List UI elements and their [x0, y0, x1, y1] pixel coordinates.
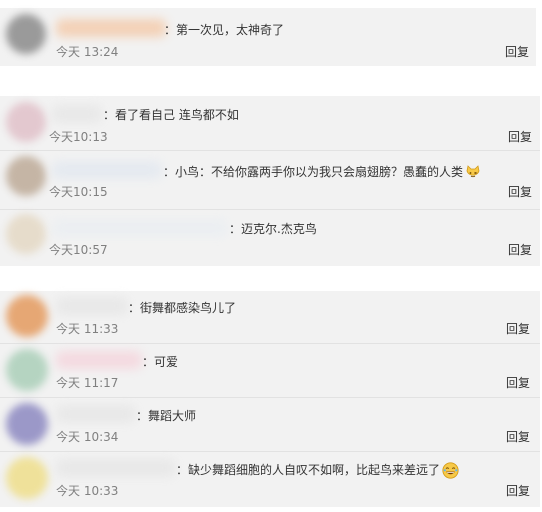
comment-time: 今天 11:17 [56, 376, 119, 390]
comment-text-content: ：小鸟：不给你露两手你以为我只会扇翅膀？愚蠢的人类 [163, 165, 464, 179]
cat-face-emoji-icon [466, 164, 480, 177]
reply-button[interactable]: 回复 [506, 429, 530, 445]
avatar[interactable] [6, 457, 48, 499]
reply-button[interactable]: 回复 [506, 321, 530, 337]
comment-text: ：舞蹈大师 [136, 409, 197, 423]
reply-button[interactable]: 回复 [508, 184, 532, 200]
username-blurred[interactable] [56, 405, 136, 423]
comment-card-3: ：街舞都感染鸟儿了 今天 11:33 回复 ：可爱 今天 11:17 回复 ：舞… [0, 291, 540, 507]
avatar[interactable] [6, 295, 48, 337]
comment-time: 今天 11:33 [56, 322, 119, 336]
comment-time: 今天 10:34 [56, 430, 119, 444]
avatar[interactable] [6, 156, 46, 196]
username-blurred[interactable] [56, 19, 166, 37]
username-blurred[interactable] [56, 297, 128, 315]
comment-time: 今天 13:24 [56, 45, 119, 59]
divider [0, 451, 540, 452]
reply-button[interactable]: 回复 [506, 375, 530, 391]
comment-text: ：可爱 [142, 355, 179, 369]
comment-text: ：街舞都感染鸟儿了 [128, 301, 237, 315]
divider [0, 343, 540, 344]
divider [0, 150, 540, 151]
avatar[interactable] [6, 14, 46, 54]
reply-button[interactable]: 回复 [508, 129, 532, 145]
divider [0, 397, 540, 398]
comment-text: ：小鸟：不给你露两手你以为我只会扇翅膀？愚蠢的人类 [163, 164, 481, 181]
username-blurred[interactable] [52, 105, 102, 123]
comment-text: ：第一次见，太神奇了 [164, 23, 285, 37]
username-blurred[interactable] [52, 219, 228, 237]
comment-time: 今天10:57 [49, 243, 108, 257]
username-blurred[interactable] [52, 161, 162, 179]
avatar[interactable] [6, 214, 46, 254]
laughing-emoji-icon [442, 462, 459, 479]
avatar[interactable] [6, 102, 46, 142]
comment-text-content: ：缺少舞蹈细胞的人自叹不如啊，比起鸟来差远了 [176, 463, 441, 477]
divider [0, 209, 540, 210]
username-blurred[interactable] [56, 351, 142, 369]
comment-time: 今天10:15 [49, 185, 108, 199]
avatar[interactable] [6, 349, 48, 391]
reply-button[interactable]: 回复 [508, 242, 532, 258]
comment-text: ：看了看自己 连鸟都不如 [103, 108, 239, 122]
comment-card-1: ：第一次见，太神奇了 今天 13:24 回复 [0, 8, 536, 66]
reply-button[interactable]: 回复 [506, 483, 530, 499]
comment-text: ：缺少舞蹈细胞的人自叹不如啊，比起鸟来差远了 [176, 462, 459, 479]
avatar[interactable] [6, 403, 48, 445]
reply-button[interactable]: 回复 [505, 44, 529, 60]
username-blurred[interactable] [56, 459, 176, 477]
comment-time: 今天10:13 [49, 130, 108, 144]
comment-time: 今天 10:33 [56, 484, 119, 498]
comment-card-2: ：看了看自己 连鸟都不如 今天10:13 回复 ：小鸟：不给你露两手你以为我只会… [0, 96, 540, 266]
comment-text: ：迈克尔.杰克鸟 [229, 222, 317, 236]
